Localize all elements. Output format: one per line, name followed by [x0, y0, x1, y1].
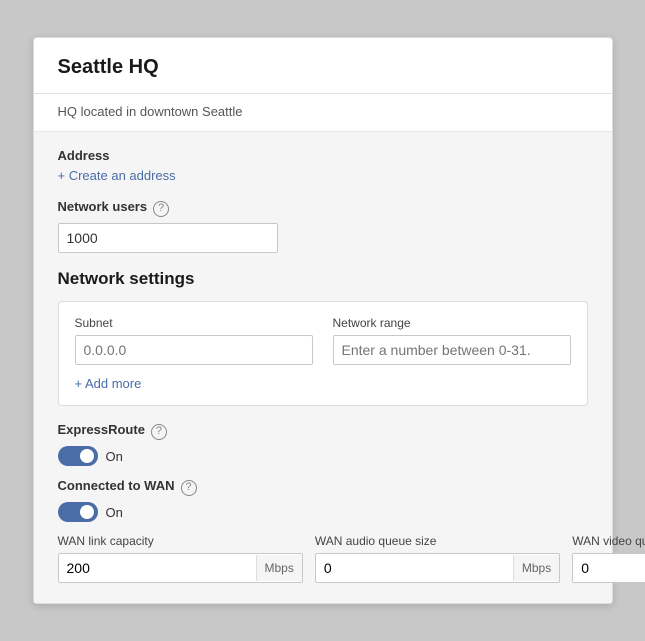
wan-video-queue-input-row: Mbps	[572, 553, 645, 583]
connected-wan-on-label: On	[106, 505, 123, 520]
connected-wan-slider	[58, 502, 98, 522]
network-range-col: Network range	[333, 316, 571, 365]
connected-wan-label: Connected to WAN	[58, 478, 175, 493]
subnet-input[interactable]	[75, 335, 313, 365]
connected-wan-toggle[interactable]	[58, 502, 98, 522]
subnet-label: Subnet	[75, 316, 313, 330]
network-settings-heading: Network settings	[58, 269, 588, 289]
card-body: Address + Create an address Network user…	[34, 132, 612, 603]
wan-video-queue-label: WAN video queue size	[572, 534, 645, 548]
subnet-col: Subnet	[75, 316, 313, 365]
connected-wan-section: Connected to WAN ? On	[58, 478, 588, 522]
card-header: Seattle HQ	[34, 38, 612, 94]
add-more-link[interactable]: + Add more	[75, 376, 142, 391]
wan-link-capacity-col: WAN link capacity Mbps	[58, 534, 303, 583]
main-card: Seattle HQ HQ located in downtown Seattl…	[33, 37, 613, 604]
network-range-label: Network range	[333, 316, 571, 330]
network-users-label-row: Network users ?	[58, 199, 588, 218]
network-users-help-icon[interactable]: ?	[153, 201, 169, 217]
wan-link-capacity-input[interactable]	[59, 554, 256, 582]
wan-audio-queue-input-row: Mbps	[315, 553, 560, 583]
express-route-label-row: ExpressRoute ?	[58, 422, 588, 441]
address-section: Address + Create an address	[58, 148, 588, 183]
express-route-toggle-container: On	[58, 446, 588, 466]
express-route-help-icon[interactable]: ?	[151, 424, 167, 440]
wan-link-capacity-input-row: Mbps	[58, 553, 303, 583]
network-users-input[interactable]	[58, 223, 278, 253]
connected-wan-label-row: Connected to WAN ?	[58, 478, 588, 497]
wan-audio-queue-col: WAN audio queue size Mbps	[315, 534, 560, 583]
page-title: Seattle HQ	[58, 56, 588, 79]
wan-fields-row: WAN link capacity Mbps WAN audio queue s…	[58, 534, 588, 583]
card-subtitle: HQ located in downtown Seattle	[34, 94, 612, 132]
wan-audio-queue-unit: Mbps	[513, 555, 559, 581]
wan-video-queue-input[interactable]	[573, 554, 645, 582]
express-route-section: ExpressRoute ? On	[58, 422, 588, 466]
subnet-row: Subnet Network range	[75, 316, 571, 365]
network-settings-box: Subnet Network range + Add more	[58, 301, 588, 406]
express-route-on-label: On	[106, 449, 123, 464]
express-route-label: ExpressRoute	[58, 422, 145, 437]
connected-wan-help-icon[interactable]: ?	[181, 480, 197, 496]
express-route-toggle[interactable]	[58, 446, 98, 466]
network-users-label: Network users	[58, 199, 148, 214]
connected-wan-toggle-container: On	[58, 502, 588, 522]
wan-link-capacity-label: WAN link capacity	[58, 534, 303, 548]
wan-audio-queue-input[interactable]	[316, 554, 513, 582]
wan-link-capacity-unit: Mbps	[256, 555, 302, 581]
express-route-slider	[58, 446, 98, 466]
address-label: Address	[58, 148, 588, 163]
create-address-link[interactable]: + Create an address	[58, 168, 176, 183]
network-range-input[interactable]	[333, 335, 571, 365]
network-users-section: Network users ?	[58, 199, 588, 253]
wan-video-queue-col: WAN video queue size Mbps	[572, 534, 645, 583]
wan-audio-queue-label: WAN audio queue size	[315, 534, 560, 548]
